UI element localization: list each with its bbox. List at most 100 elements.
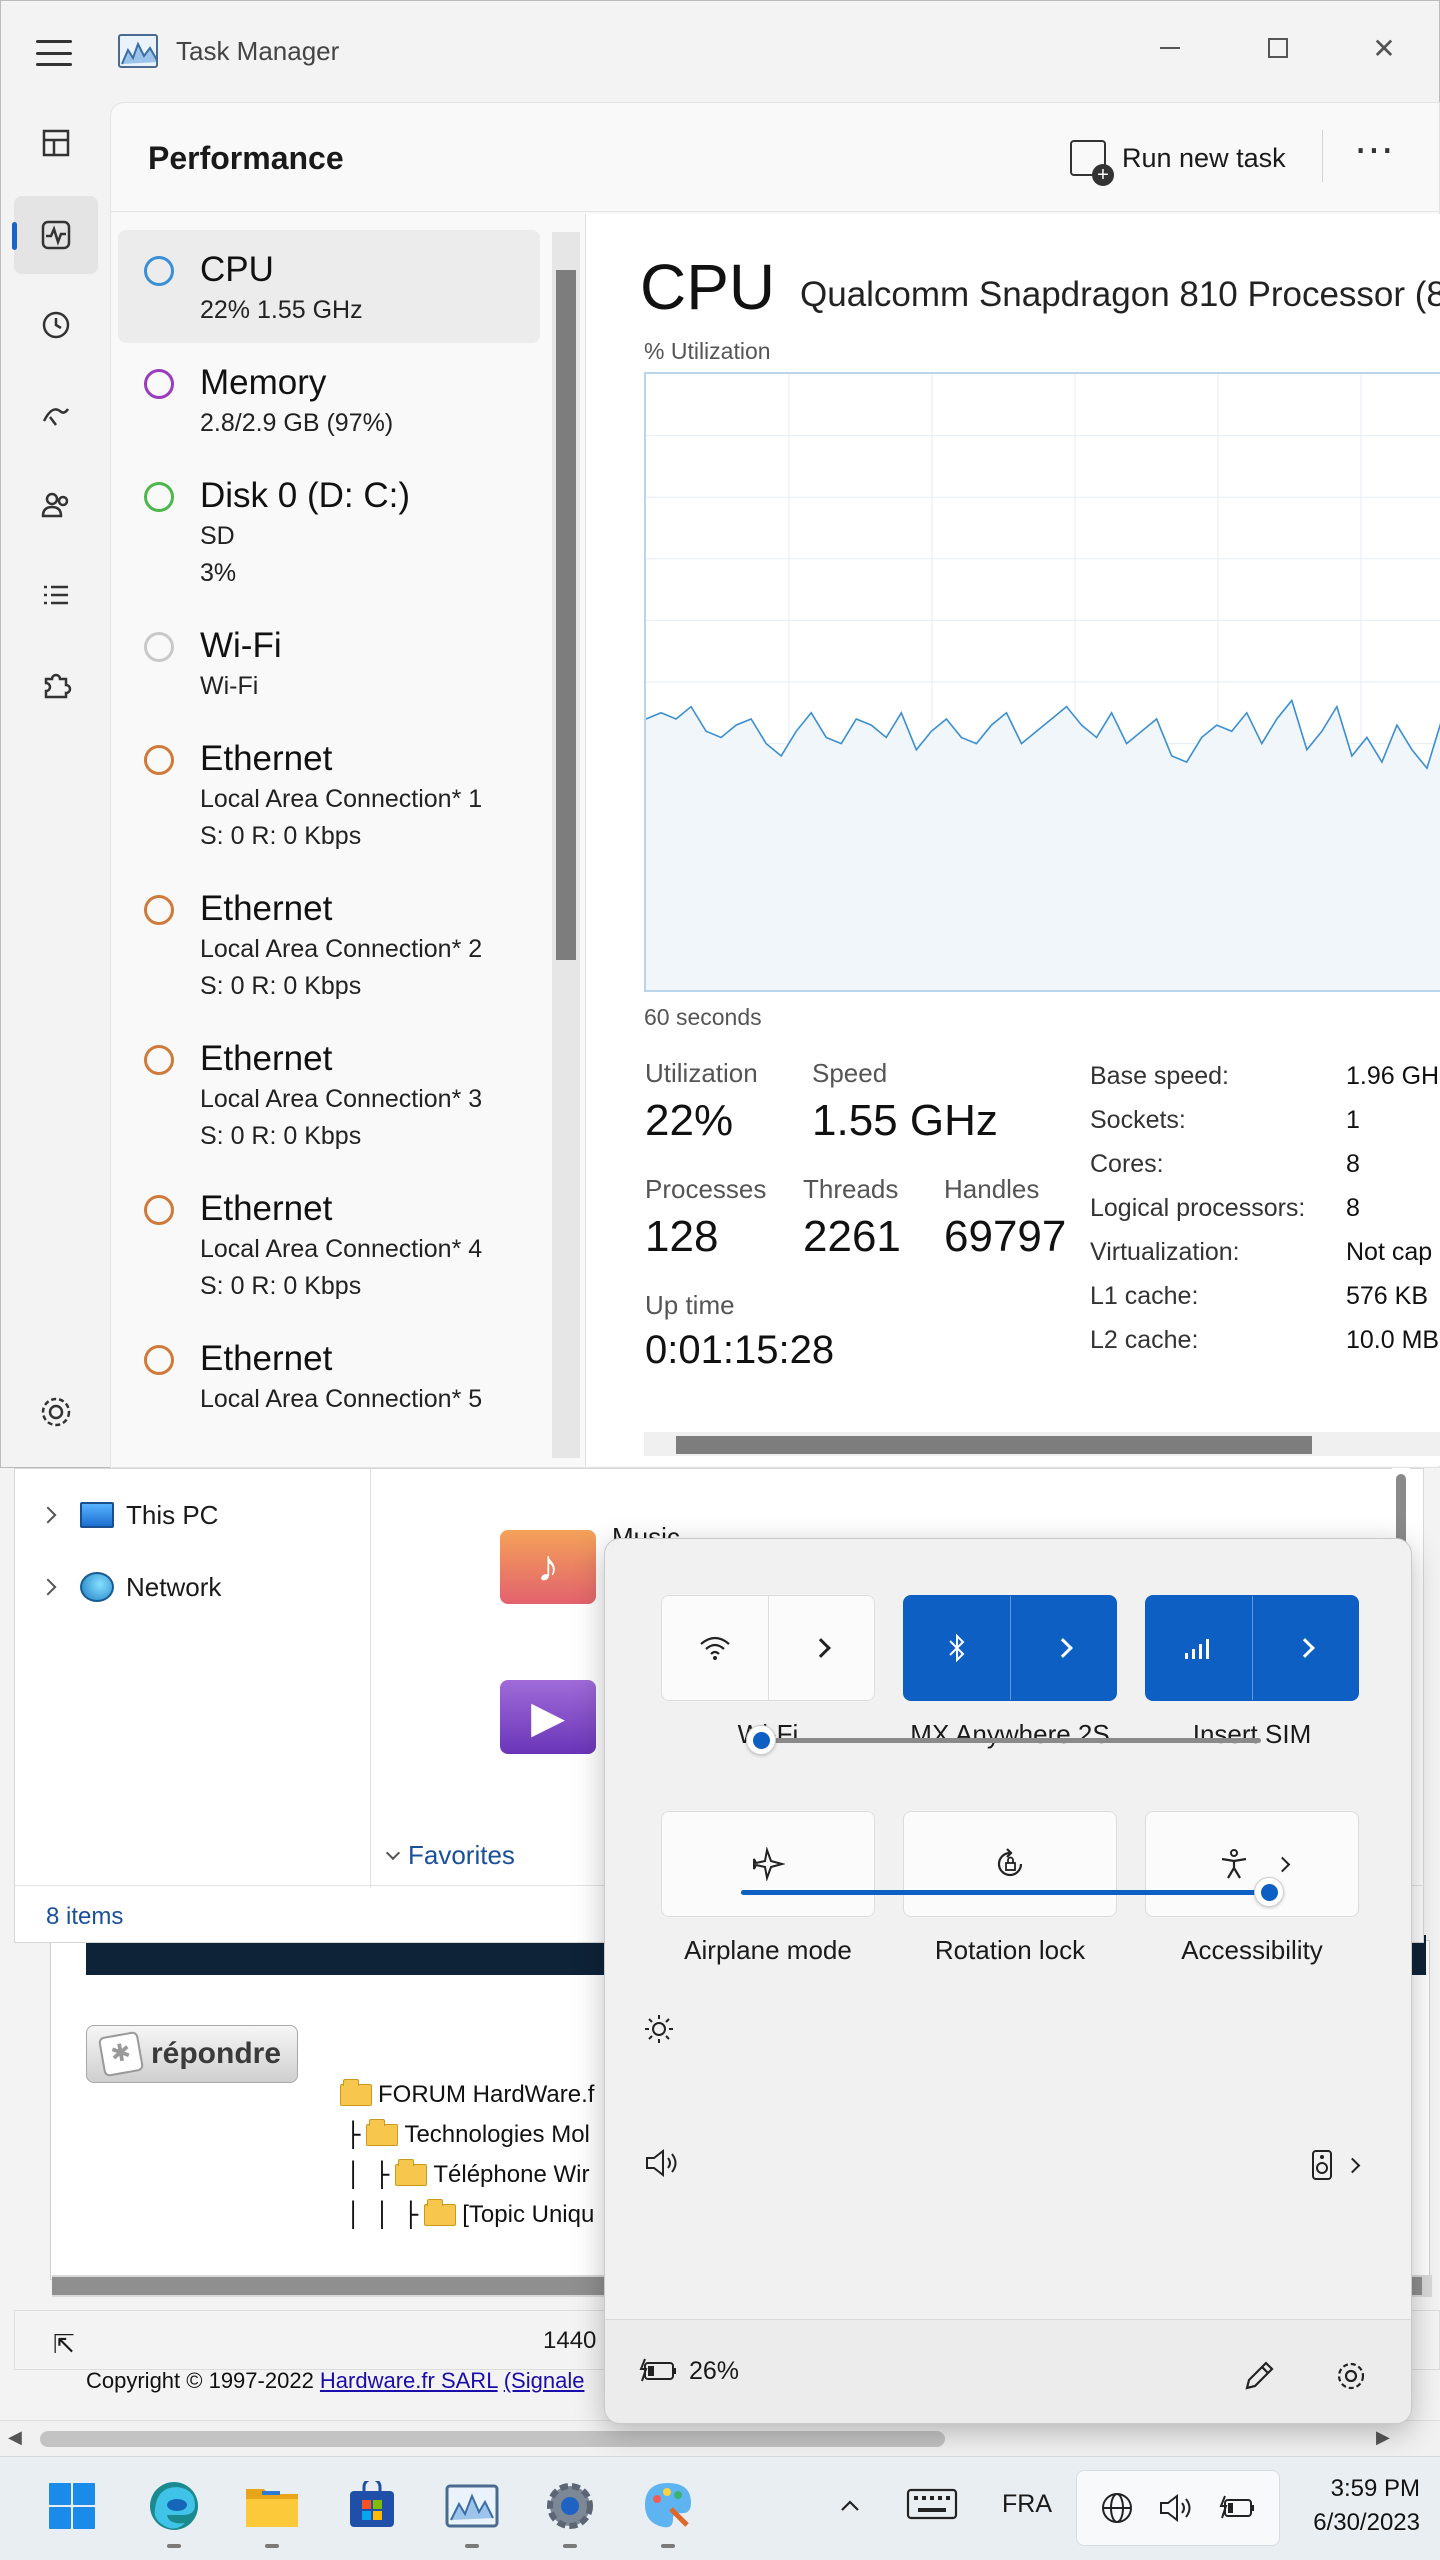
more-options-button[interactable]: ⋯ <box>1354 130 1396 170</box>
task-manager-taskbar-button[interactable] <box>444 2478 500 2534</box>
performance-icon <box>41 220 71 250</box>
bluetooth-toggle[interactable] <box>904 1596 1010 1700</box>
minimize-button[interactable] <box>1130 18 1210 78</box>
taskbar-clock[interactable]: 3:59 PM 6/30/2023 <box>1270 2472 1420 2540</box>
sidebar-processes[interactable] <box>14 104 98 182</box>
wifi-expand-button[interactable] <box>767 1596 875 1700</box>
device-item[interactable]: CPU 22% 1.55 GHz <box>118 230 540 343</box>
utilization-value: 22% <box>645 1096 734 1145</box>
airplane-mode-tile[interactable] <box>661 1811 875 1917</box>
rotation-lock-label: Rotation lock <box>934 1935 1086 1965</box>
device-name: Wi-Fi <box>200 626 282 665</box>
detail-horizontal-scrollbar[interactable] <box>644 1432 1440 1456</box>
start-button[interactable] <box>44 2478 100 2534</box>
brightness-knob[interactable] <box>746 1725 776 1755</box>
graph-time-label: 60 seconds <box>644 1004 762 1030</box>
bluetooth-tile-label: MX Anywhere 2S <box>910 1719 1110 1749</box>
sidebar-app-history[interactable] <box>14 286 98 364</box>
sidebar-startup-apps[interactable] <box>14 376 98 454</box>
settings-taskbar-button[interactable] <box>542 2478 598 2534</box>
volume-fill <box>741 1890 1269 1895</box>
maximize-button[interactable] <box>1238 18 1318 78</box>
tree-row[interactable]: │ ├ Téléphone Wir <box>340 2155 594 2195</box>
uptime-value: 0:01:15:28 <box>645 1328 835 1372</box>
nav-item-this-pc[interactable]: This PC <box>30 1490 221 1540</box>
collapse-chevron-icon <box>385 1845 401 1860</box>
wifi-toggle[interactable] <box>662 1596 768 1700</box>
tree-row[interactable]: │ │ ├ [Topic Uniqu <box>340 2195 594 2235</box>
edge-browser-button[interactable] <box>146 2478 202 2534</box>
scroll-left-icon[interactable]: ◀ <box>8 2427 22 2448</box>
device-item[interactable]: Ethernet Local Area Connection* 1 S: 0 R: … <box>118 719 540 869</box>
show-hidden-icons-button[interactable] <box>836 2492 864 2520</box>
scroll-right-icon[interactable]: ▶ <box>1376 2427 1390 2448</box>
sidebar-details[interactable] <box>14 556 98 634</box>
device-item[interactable]: Ethernet Local Area Connection* 2 S: 0 R: … <box>118 869 540 1019</box>
paint-palette-icon <box>645 2483 691 2528</box>
rotation-lock-tile[interactable] <box>903 1811 1117 1917</box>
page-horizontal-scrollbar[interactable]: ◀ ▶ <box>0 2420 1440 2456</box>
bluetooth-tile[interactable] <box>903 1595 1117 1701</box>
tree-row[interactable]: ├ Technologies Mol <box>340 2115 594 2155</box>
running-indicator <box>465 2544 479 2548</box>
store-button[interactable] <box>344 2478 400 2534</box>
system-tray-group[interactable] <box>1076 2470 1280 2546</box>
nav-item-network[interactable]: Network <box>30 1562 221 1612</box>
device-item[interactable]: Ethernet Local Area Connection* 3 S: 0 R: … <box>118 1019 540 1169</box>
cellular-expand-button[interactable] <box>1251 1596 1359 1700</box>
touch-keyboard-button[interactable] <box>906 2484 958 2524</box>
edit-pencil-icon[interactable] <box>1241 2358 1277 2394</box>
sidebar-users[interactable] <box>14 466 98 544</box>
expand-chevron-icon[interactable] <box>39 1578 57 1596</box>
brightness-track[interactable] <box>761 1738 1261 1743</box>
device-item[interactable]: Disk 0 (D: C:) SD 3% <box>118 456 540 606</box>
favorites-group[interactable]: Favorites <box>385 1840 515 1871</box>
battery-status[interactable]: 26% <box>639 2356 739 2386</box>
hardware-link[interactable]: Hardware.fr SARL <box>320 2368 498 2393</box>
cpu-heading: CPU <box>640 251 776 323</box>
sidebar-performance[interactable] <box>12 196 98 274</box>
file-explorer-button[interactable] <box>244 2478 300 2534</box>
device-item[interactable]: Ethernet Local Area Connection* 5 <box>118 1319 540 1432</box>
chevron-right-icon <box>1295 1638 1316 1658</box>
folder-icon <box>366 2119 399 2146</box>
device-item[interactable]: Memory 2.8/2.9 GB (97%) <box>118 343 540 456</box>
clock-date: 6/30/2023 <box>1313 2509 1420 2536</box>
sidebar-services[interactable] <box>14 646 98 724</box>
cellular-tile[interactable] <box>1145 1595 1359 1701</box>
startup-icon <box>42 408 70 426</box>
cellular-toggle[interactable] <box>1146 1596 1252 1700</box>
settings-gear-icon[interactable] <box>1333 2358 1369 2394</box>
tm-settings-button[interactable] <box>36 1392 76 1432</box>
device-detail: S: 0 R: 0 Kbps <box>200 1122 362 1150</box>
device-detail: Local Area Connection* 2 <box>200 935 483 963</box>
device-status-dot-icon <box>144 482 174 512</box>
device-detail: Local Area Connection* 1 <box>200 785 483 813</box>
spec-label: L1 cache: <box>1090 1282 1199 1310</box>
airplane-icon <box>753 1847 785 1881</box>
reply-button[interactable]: ✱ répondre <box>86 2025 298 2083</box>
signal-link[interactable]: (Signale <box>504 2368 585 2393</box>
status-width-text: 1440 <box>543 2327 597 2354</box>
device-item[interactable]: Ethernet Local Area Connection* 4 S: 0 R: … <box>118 1169 540 1319</box>
volume-icon[interactable] <box>643 2147 683 2179</box>
close-button[interactable]: ✕ <box>1344 18 1424 78</box>
device-list-scrollbar[interactable] <box>552 232 580 1458</box>
paint-button[interactable] <box>640 2478 696 2534</box>
bluetooth-expand-button[interactable] <box>1009 1596 1117 1700</box>
input-language[interactable]: FRA <box>1002 2490 1052 2519</box>
tree-row[interactable]: FORUM HardWare.f <box>340 2075 594 2115</box>
wifi-tile[interactable] <box>661 1595 875 1701</box>
volume-knob[interactable] <box>1254 1877 1284 1907</box>
run-new-task-button[interactable]: Run new task <box>1070 128 1286 188</box>
device-detail: 3% <box>200 559 237 587</box>
audio-output-button[interactable] <box>1311 2149 1361 2181</box>
device-name: Disk 0 (D: C:) <box>200 476 410 515</box>
hamburger-menu-icon[interactable] <box>36 40 72 66</box>
music-folder-icon[interactable]: ♪ <box>500 1530 596 1604</box>
device-item[interactable]: Wi-Fi Wi-Fi <box>118 606 540 719</box>
expand-chevron-icon[interactable] <box>39 1506 57 1524</box>
videos-folder-icon[interactable]: ▶ <box>500 1680 596 1754</box>
device-name: Ethernet <box>200 1189 333 1228</box>
accessibility-tile[interactable] <box>1145 1811 1359 1917</box>
